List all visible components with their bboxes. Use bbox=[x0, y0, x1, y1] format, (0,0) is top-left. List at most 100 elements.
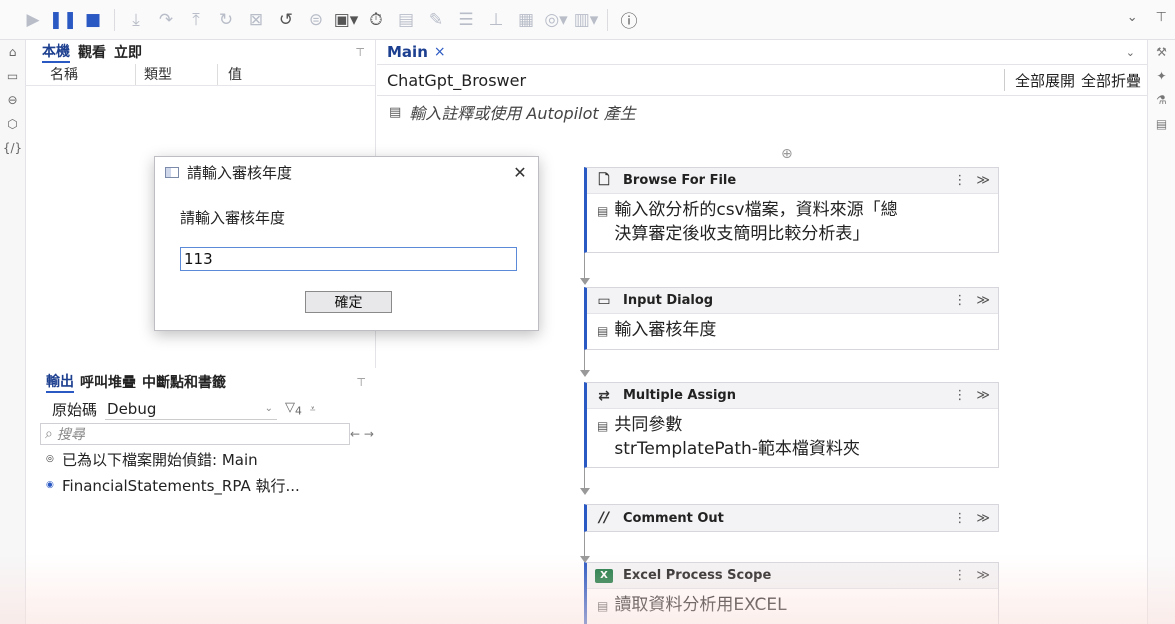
collapse-icon[interactable]: ≫ bbox=[976, 293, 990, 308]
clear-icon[interactable]: ⊠ bbox=[241, 6, 271, 34]
more-options-icon[interactable]: ⋮ bbox=[953, 173, 966, 188]
activity-input-dialog[interactable]: ▭ Input Dialog ⋮ ≫ ▤ 輸入審核年度 bbox=[584, 287, 999, 350]
column-name[interactable]: 名稱 bbox=[50, 64, 136, 85]
variables-header: 名稱 類型 值 bbox=[26, 64, 375, 86]
collapse-icon[interactable]: ≫ bbox=[976, 568, 990, 583]
pause-icon[interactable]: ❚❚ bbox=[48, 6, 78, 34]
excel-icon: X bbox=[595, 568, 613, 583]
activity-multiple-assign[interactable]: ⇄ Multiple Assign ⋮ ≫ ▤ 共同參數 strTemplateP… bbox=[584, 382, 999, 468]
chevron-down-icon[interactable]: ⌄ bbox=[1126, 46, 1135, 59]
log-text: 已為以下檔案開始偵錯: Main bbox=[62, 450, 258, 469]
tab-main[interactable]: Main × bbox=[387, 43, 446, 61]
play-icon[interactable]: ▶ bbox=[18, 6, 48, 34]
folder-icon[interactable]: ▭ bbox=[0, 64, 25, 88]
activity-excel-process-scope[interactable]: X Excel Process Scope ⋮ ≫ ▤ 讀取資料分析用EXCEL bbox=[584, 562, 999, 624]
activity-header: 🗋 Browse For File ⋮ ≫ bbox=[587, 168, 998, 194]
settings-icon[interactable]: ▤ bbox=[391, 6, 421, 34]
activity-annotation[interactable]: ▤ 輸入欲分析的csv檔案，資料來源「總 決算審定後收支簡明比較分析表」 bbox=[587, 194, 998, 252]
workflow-name: ChatGpt_Broswer bbox=[387, 70, 527, 90]
restart-icon[interactable]: ↻ bbox=[211, 6, 241, 34]
output-tabs: 輸出 呼叫堆疊 中斷點和書籤 ⊤ bbox=[26, 368, 376, 396]
image-icon[interactable]: ▦ bbox=[511, 6, 541, 34]
expand-all-button[interactable]: 全部展開 bbox=[1015, 70, 1075, 91]
dialog-title: 請輸入審核年度 bbox=[187, 163, 293, 182]
search-nav-icon[interactable]: ← → bbox=[350, 427, 374, 441]
comment-icon: ▤ bbox=[597, 599, 609, 613]
more-options-icon[interactable]: ⋮ bbox=[953, 568, 966, 583]
columns-icon[interactable]: ▥▾ bbox=[571, 6, 601, 34]
activity-title: Excel Process Scope bbox=[623, 568, 772, 583]
filter-label: 原始碼 bbox=[52, 400, 98, 419]
retry-icon[interactable]: ↺ bbox=[271, 6, 301, 34]
tab-breakpoints[interactable]: 中斷點和書籤 bbox=[142, 372, 226, 392]
log-line[interactable]: ◉ FinancialStatements_RPA 執行... bbox=[26, 472, 376, 498]
home-icon[interactable]: ⌂ bbox=[0, 40, 25, 64]
close-icon[interactable]: × bbox=[434, 44, 446, 60]
focus-icon[interactable]: ◎▾ bbox=[541, 6, 571, 34]
tab-output[interactable]: 輸出 bbox=[46, 371, 74, 393]
cube-icon[interactable]: ⬡ bbox=[0, 112, 25, 136]
activity-annotation[interactable]: ▤ 共同參數 strTemplatePath-範本檔資料夾 bbox=[587, 409, 998, 467]
more-options-icon[interactable]: ⋮ bbox=[953, 511, 966, 526]
pin-icon[interactable]: ⊤ bbox=[1156, 10, 1167, 25]
activity-annotation[interactable]: ▤ 讀取資料分析用EXCEL bbox=[587, 589, 998, 624]
magic-icon[interactable]: ✦ bbox=[1148, 64, 1175, 88]
ok-button[interactable]: 確定 bbox=[305, 291, 392, 313]
code-icon[interactable]: {/} bbox=[0, 136, 25, 160]
more-icon[interactable]: ⩡ bbox=[310, 404, 316, 415]
log-line[interactable]: ◎ 已為以下檔案開始偵錯: Main bbox=[26, 446, 376, 472]
step-out-icon[interactable]: ⤒ bbox=[181, 6, 211, 34]
breakpoints-icon[interactable]: ⊜ bbox=[301, 6, 331, 34]
annotation-line: 決算審定後收支簡明比較分析表」 bbox=[614, 224, 870, 244]
stop-icon[interactable]: ■ bbox=[78, 6, 108, 34]
activity-browse-for-file[interactable]: 🗋 Browse For File ⋮ ≫ ▤ 輸入欲分析的csv檔案，資料來源「… bbox=[584, 167, 999, 253]
workflow-designer: Main × ⌄ ChatGpt_Broswer 全部展開 全部折疊 ▤ 輸入註… bbox=[377, 40, 1147, 624]
flask-icon[interactable]: ⚗ bbox=[1148, 88, 1175, 112]
tab-immediate[interactable]: 立即 bbox=[114, 42, 142, 62]
add-activity-icon[interactable]: ⊕ bbox=[781, 146, 793, 162]
column-value[interactable]: 值 bbox=[218, 64, 242, 85]
collapse-all-button[interactable]: 全部折疊 bbox=[1081, 70, 1141, 91]
comment-out-icon: // bbox=[598, 510, 610, 526]
toolbar-separator bbox=[114, 8, 115, 31]
highlight-icon[interactable]: ▣▾ bbox=[331, 6, 361, 34]
pen-icon[interactable]: ✎ bbox=[421, 6, 451, 34]
activity-comment-out[interactable]: // Comment Out ⋮ ≫ bbox=[584, 504, 999, 532]
chevron-down-icon[interactable]: ⌄ bbox=[1127, 10, 1138, 25]
more-options-icon[interactable]: ⋮ bbox=[953, 388, 966, 403]
filter-icon[interactable]: ▽4 bbox=[285, 400, 302, 418]
tab-locals[interactable]: 本機 bbox=[42, 41, 70, 63]
toolbar: ▶ ❚❚ ■ ⤓ ↷ ⤒ ↻ ⊠ ↺ ⊜ ▣▾ ⏱ ▤ ✎ ☰ ⊥ ▦ ◎▾ ▥… bbox=[0, 0, 1175, 40]
source-select[interactable]: Debug ⌄ bbox=[105, 398, 278, 420]
column-type[interactable]: 類型 bbox=[136, 64, 218, 85]
package-icon[interactable]: ⊖ bbox=[0, 88, 25, 112]
wrench-icon[interactable]: ⚒ bbox=[1148, 40, 1175, 64]
connector-line bbox=[584, 252, 585, 278]
properties-icon[interactable]: ▤ bbox=[1148, 112, 1175, 136]
comment-icon: ▤ bbox=[597, 419, 609, 433]
slow-step-icon[interactable]: ⏱ bbox=[361, 6, 391, 34]
tree-icon[interactable]: ⊥ bbox=[481, 6, 511, 34]
connector-arrow bbox=[580, 488, 590, 495]
collapse-icon[interactable]: ≫ bbox=[976, 511, 990, 526]
search-icon: ⌕ bbox=[45, 426, 53, 442]
close-icon[interactable]: ✕ bbox=[502, 163, 538, 182]
activity-annotation[interactable]: ▤ 輸入審核年度 bbox=[587, 314, 998, 349]
step-over-icon[interactable]: ↷ bbox=[151, 6, 181, 34]
right-icon-rail: ⚒ ✦ ⚗ ▤ bbox=[1147, 40, 1175, 624]
tab-watch[interactable]: 觀看 bbox=[78, 42, 106, 62]
step-into-icon[interactable]: ⤓ bbox=[121, 6, 151, 34]
annotation-line: 輸入審核年度 bbox=[614, 320, 717, 340]
pin-icon[interactable]: ⊤ bbox=[355, 46, 365, 59]
collapse-icon[interactable]: ≫ bbox=[976, 173, 990, 188]
tab-call-stack[interactable]: 呼叫堆疊 bbox=[80, 372, 136, 392]
collapse-icon[interactable]: ≫ bbox=[976, 388, 990, 403]
annotation-line: strTemplatePath-範本檔資料夾 bbox=[614, 439, 860, 459]
annotation-field[interactable]: ▤ 輸入註釋或使用 Autopilot 產生 bbox=[377, 96, 1147, 128]
output-search-input[interactable]: ⌕ 搜尋 bbox=[40, 423, 350, 445]
dialog-input-field[interactable] bbox=[180, 247, 517, 271]
info-icon[interactable]: ⓘ bbox=[614, 6, 644, 34]
more-options-icon[interactable]: ⋮ bbox=[953, 293, 966, 308]
list-icon[interactable]: ☰ bbox=[451, 6, 481, 34]
pin-icon[interactable]: ⊤ bbox=[356, 376, 366, 389]
